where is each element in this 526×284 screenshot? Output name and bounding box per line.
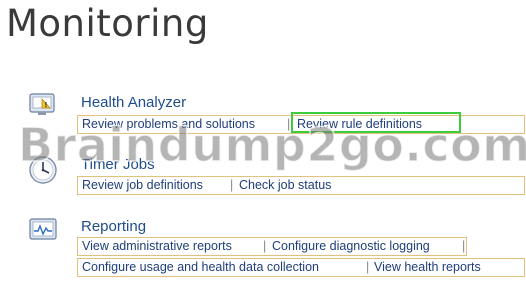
view-health-reports-link[interactable]: View health reports xyxy=(374,259,481,275)
review-problems-link[interactable]: Review problems and solutions xyxy=(82,116,255,132)
reporting-links-row-1: View administrative reports | Configure … xyxy=(77,237,467,256)
timer-jobs-heading[interactable]: Timer Jobs xyxy=(81,156,155,173)
check-job-status-link[interactable]: Check job status xyxy=(239,177,331,193)
review-job-definitions-link[interactable]: Review job definitions xyxy=(82,177,203,193)
clock-icon xyxy=(28,154,60,184)
reporting-chart-icon xyxy=(28,217,60,245)
timer-jobs-links: Review job definitions | Check job statu… xyxy=(77,176,525,195)
page-title: Monitoring xyxy=(6,2,209,45)
link-separator: | xyxy=(230,178,234,192)
reporting-heading[interactable]: Reporting xyxy=(81,218,146,235)
configure-diagnostic-logging-link[interactable]: Configure diagnostic logging xyxy=(272,238,430,254)
view-administrative-reports-link[interactable]: View administrative reports xyxy=(82,238,232,254)
health-analyzer-heading[interactable]: Health Analyzer xyxy=(81,94,186,111)
selection-highlight xyxy=(291,112,461,133)
link-separator: | xyxy=(263,239,267,253)
reporting-links-row-2: Configure usage and health data collecti… xyxy=(77,258,525,277)
link-separator: | xyxy=(462,239,466,253)
configure-usage-health-data-link[interactable]: Configure usage and health data collecti… xyxy=(82,259,319,275)
link-separator: | xyxy=(366,260,370,274)
link-separator: | xyxy=(287,117,291,131)
health-analyzer-icon xyxy=(28,91,60,119)
